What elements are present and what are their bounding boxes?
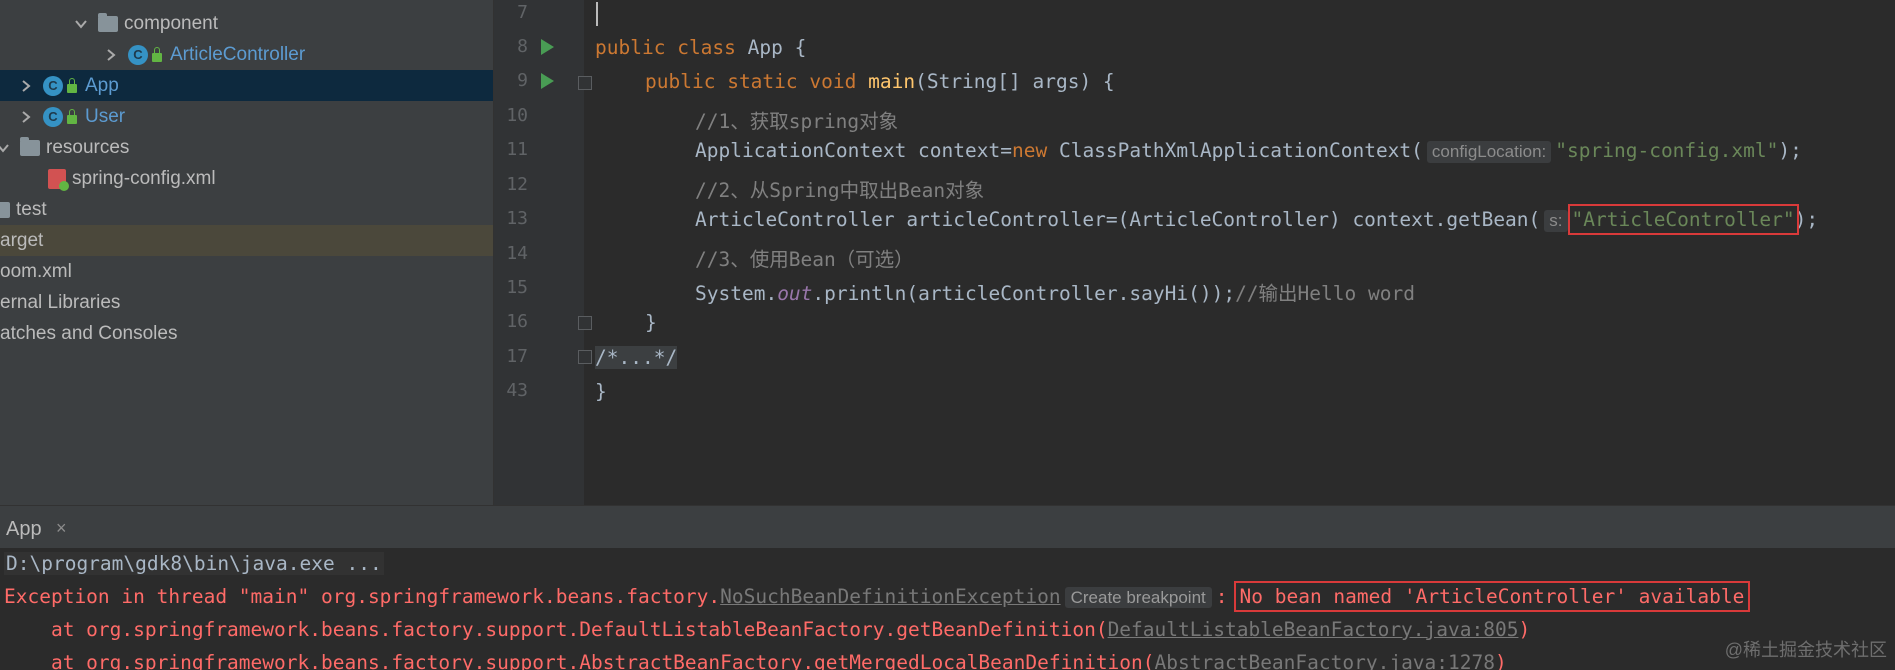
tree-item-label: spring-config.xml xyxy=(72,167,216,189)
run-main-icon[interactable] xyxy=(541,73,554,89)
tree-item-spring-config[interactable]: spring-config.xml xyxy=(0,163,493,194)
code-line-43: } xyxy=(595,380,607,403)
tree-item-target[interactable]: arget xyxy=(0,225,493,256)
line-number: 13 xyxy=(506,208,528,229)
tree-item-app[interactable]: C App xyxy=(0,70,493,101)
create-breakpoint-button[interactable]: Create breakpoint xyxy=(1064,587,1212,608)
chevron-right-icon[interactable] xyxy=(19,110,33,124)
code-line-9: public static void main(String[] args) { xyxy=(645,70,1115,93)
collapsed-comment-block[interactable]: /*...*/ xyxy=(595,346,678,369)
code-line-12-comment: //2、从Spring中取出Bean对象 xyxy=(695,179,985,202)
tree-item-pom[interactable]: oom.xml xyxy=(0,256,493,287)
tree-item-label: resources xyxy=(46,136,130,158)
fold-marker-icon[interactable] xyxy=(578,350,592,364)
line-number: 8 xyxy=(517,36,528,57)
runnable-class-icon: C xyxy=(43,75,63,96)
chevron-down-icon[interactable] xyxy=(74,17,88,31)
line-number: 17 xyxy=(506,346,528,367)
parameter-hint: configLocation: xyxy=(1426,141,1552,163)
highlighted-error-message: No bean named 'ArticleController' availa… xyxy=(1233,581,1751,612)
code-line-8: public class App { xyxy=(595,36,807,59)
chevron-down-icon[interactable] xyxy=(0,141,10,155)
code-line-16: } xyxy=(645,311,657,334)
resources-folder-icon xyxy=(20,136,40,156)
console-stacktrace-line: at org.springframework.beans.factory.sup… xyxy=(4,651,1507,670)
line-number: 14 xyxy=(506,243,528,264)
tree-item-label: oom.xml xyxy=(0,260,72,282)
line-number: 7 xyxy=(517,2,528,23)
tree-item-label: component xyxy=(124,12,219,34)
text-cursor xyxy=(596,2,598,26)
console-stacktrace-line: at org.springframework.beans.factory.sup… xyxy=(4,618,1531,641)
fold-marker-icon[interactable] xyxy=(578,76,592,90)
package-icon xyxy=(98,12,118,32)
code-line-11: ApplicationContext context=new ClassPath… xyxy=(695,139,1802,163)
exception-class-link[interactable]: NoSuchBeanDefinitionException xyxy=(720,585,1060,608)
class-icon: C xyxy=(43,106,63,127)
code-line-10-comment: //1、获取spring对象 xyxy=(695,110,899,133)
console-exception-line: Exception in thread "main" org.springfra… xyxy=(4,581,1751,612)
code-line-13: ArticleController articleController=(Art… xyxy=(695,204,1819,235)
tree-item-label: App xyxy=(85,74,119,96)
stacktrace-source-link[interactable]: AbstractBeanFactory.java:1278 xyxy=(1155,651,1495,670)
tree-item-component[interactable]: component xyxy=(0,8,493,39)
run-class-icon[interactable] xyxy=(541,39,554,55)
run-panel-header: App × xyxy=(0,505,1895,548)
line-number: 11 xyxy=(506,139,528,160)
chevron-right-icon[interactable] xyxy=(19,79,33,93)
tree-item-user[interactable]: C User xyxy=(0,101,493,132)
watermark: @稀土掘金技术社区 xyxy=(1724,640,1887,660)
tree-item-scratches[interactable]: atches and Consoles xyxy=(0,318,493,349)
lock-icon xyxy=(67,78,77,93)
fold-marker-icon[interactable] xyxy=(578,316,592,330)
tree-item-label: atches and Consoles xyxy=(0,322,178,344)
line-number: 9 xyxy=(517,70,528,91)
run-tab-app[interactable]: App xyxy=(6,518,42,541)
folder-icon xyxy=(0,201,10,218)
line-number: 43 xyxy=(506,380,528,401)
lock-icon xyxy=(152,47,162,62)
line-number: 15 xyxy=(506,277,528,298)
tree-item-test[interactable]: test xyxy=(0,194,493,225)
chevron-right-icon[interactable] xyxy=(104,48,118,62)
close-icon[interactable]: × xyxy=(56,518,67,539)
line-number: 10 xyxy=(506,105,528,126)
xml-file-icon xyxy=(48,168,69,191)
line-number: 12 xyxy=(506,174,528,195)
parameter-hint: s: xyxy=(1544,210,1568,232)
tree-item-label: test xyxy=(16,198,47,220)
code-line-14-comment: //3、使用Bean（可选） xyxy=(695,248,914,271)
run-console[interactable]: D:\program\gdk8\bin\java.exe ... Excepti… xyxy=(0,548,1895,670)
tree-item-label: arget xyxy=(0,229,44,251)
project-tree-panel: component C ArticleController C App C Us… xyxy=(0,0,494,505)
lock-icon xyxy=(67,109,77,124)
console-command-line: D:\program\gdk8\bin\java.exe ... xyxy=(4,552,384,575)
tree-item-label: ArticleController xyxy=(170,43,306,65)
tree-item-articlecontroller[interactable]: C ArticleController xyxy=(0,39,493,70)
highlighted-bean-name: "ArticleController" xyxy=(1567,204,1799,235)
tree-item-label: User xyxy=(85,105,126,127)
line-number: 16 xyxy=(506,311,528,332)
stacktrace-source-link[interactable]: DefaultListableBeanFactory.java:805 xyxy=(1108,618,1519,641)
code-line-15: System.out.println(articleController.say… xyxy=(695,282,1415,305)
tree-item-label: ernal Libraries xyxy=(0,291,121,313)
tree-item-external-libraries[interactable]: ernal Libraries xyxy=(0,287,493,318)
class-icon: C xyxy=(128,44,148,65)
tree-item-resources[interactable]: resources xyxy=(0,132,493,163)
